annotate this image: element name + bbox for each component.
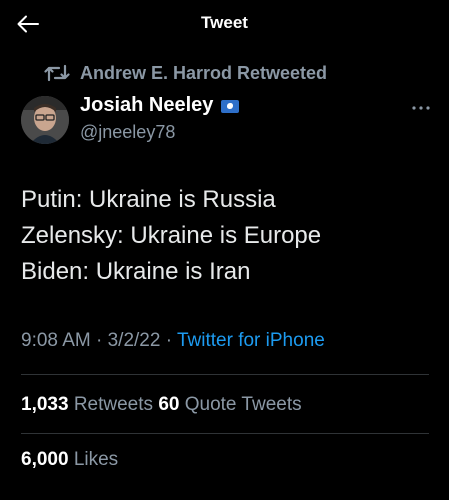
tweet-line: Zelensky: Ukraine is Europe (21, 222, 322, 249)
author-name: Josiah Neeley (80, 94, 214, 116)
retweeted-by-label: Andrew E. Harrod Retweeted (80, 62, 328, 83)
retweets-label: Retweets (73, 394, 154, 415)
tweet-line: Putin: Ukraine is Russia (21, 186, 276, 213)
quote-tweets-stat[interactable]: 60 Quote Tweets (158, 394, 301, 415)
likes-stats-row: 6,000 Likes (21, 449, 118, 471)
divider (21, 374, 429, 375)
meta-separator: · (165, 330, 173, 351)
top-bar: Tweet (0, 0, 449, 48)
meta-separator: · (96, 330, 103, 351)
more-options-button[interactable] (411, 100, 431, 112)
tweet-time[interactable]: 9:08 AM (21, 330, 91, 351)
tweet-source-link[interactable]: Twitter for iPhone (177, 330, 325, 351)
tweet-text: Putin: Ukraine is Russia Zelensky: Ukrai… (21, 182, 431, 290)
divider (21, 433, 429, 434)
quotes-label: Quote Tweets (184, 394, 302, 415)
tweet-line: Biden: Ukraine is Iran (21, 258, 251, 285)
author-handle[interactable]: @jneeley78 (80, 122, 175, 143)
retweets-count: 1,033 (21, 394, 69, 415)
quotes-count: 60 (158, 394, 180, 415)
retweets-stat[interactable]: 1,033 Retweets (21, 394, 158, 415)
tweet-date[interactable]: 3/2/22 (108, 330, 161, 351)
flag-emoji-icon (221, 100, 240, 113)
page-title: Tweet (201, 13, 248, 32)
likes-label: Likes (73, 449, 119, 470)
likes-stat[interactable]: 6,000 Likes (21, 449, 118, 470)
retweet-stats-row: 1,033 Retweets 60 Quote Tweets (21, 394, 302, 416)
retweeted-by[interactable]: Andrew E. Harrod Retweeted (44, 60, 327, 86)
likes-count: 6,000 (21, 449, 69, 470)
author-name-row[interactable]: Josiah Neeley (80, 94, 240, 117)
retweet-icon (44, 62, 70, 84)
avatar-photo (21, 96, 69, 144)
ellipsis-icon (412, 106, 430, 110)
tweet-meta: 9:08 AM · 3/2/22 · Twitter for iPhone (21, 330, 325, 352)
avatar[interactable] (21, 96, 69, 144)
